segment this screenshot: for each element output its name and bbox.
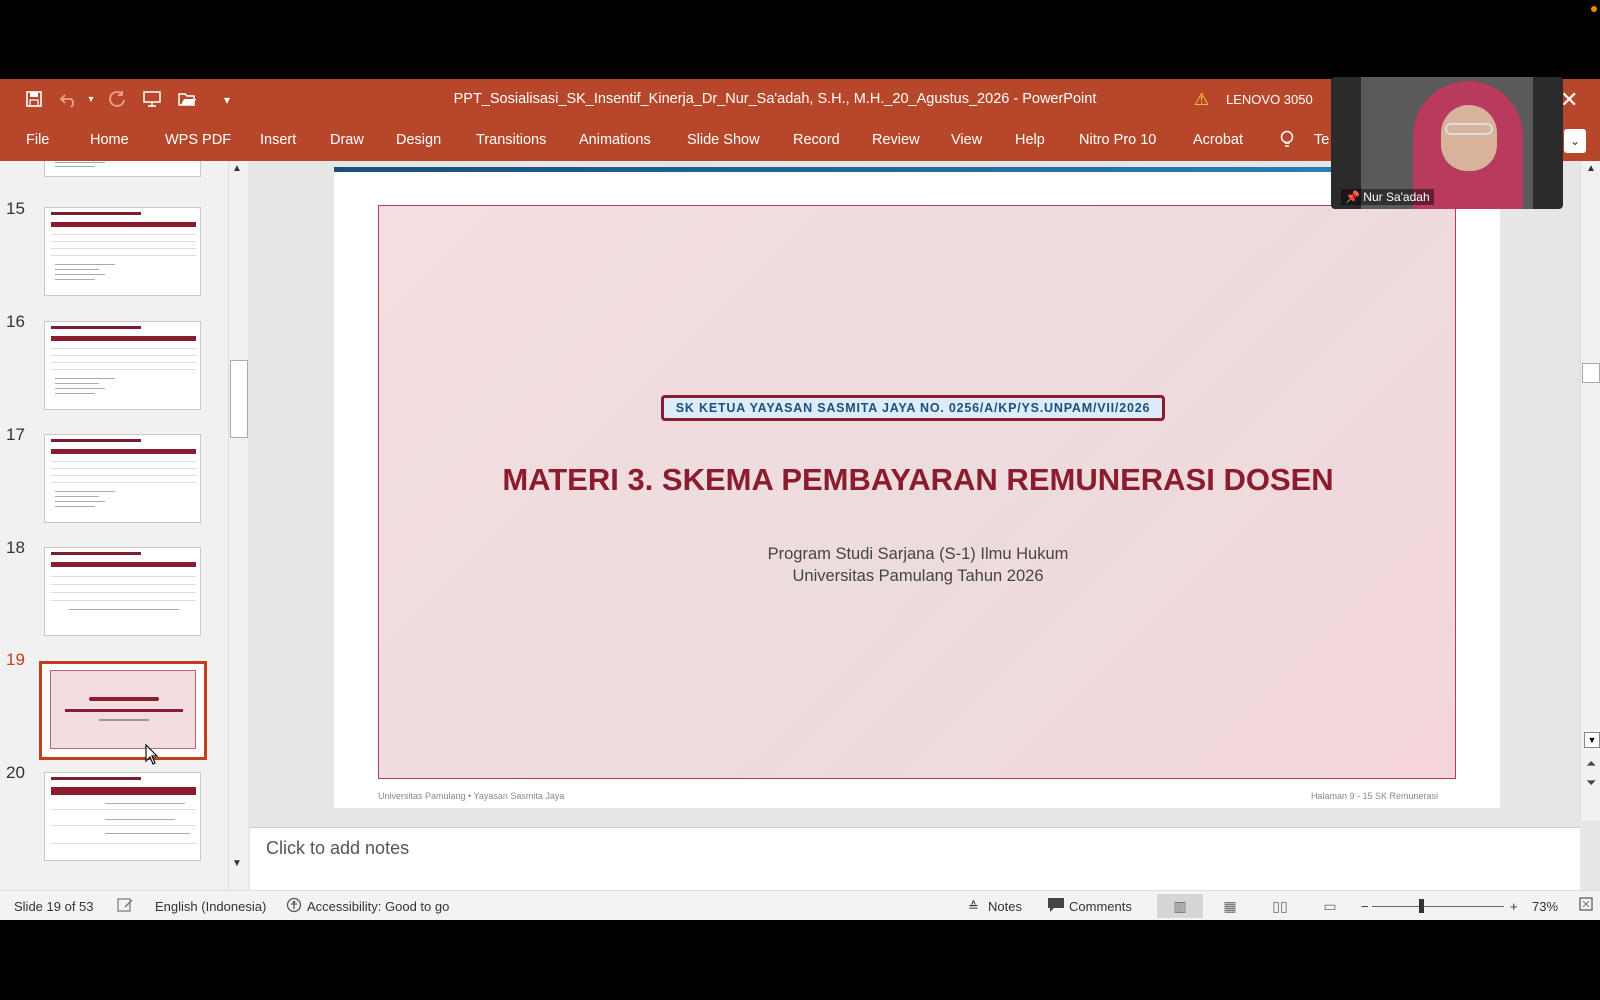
slide-accent-bar — [334, 167, 1500, 172]
slide-thumbnail[interactable] — [44, 321, 201, 410]
tab-wps-pdf[interactable]: WPS PDF — [165, 132, 231, 148]
customize-toolbar-icon[interactable]: ▾ — [216, 90, 238, 110]
recording-indicator — [1591, 6, 1597, 12]
tell-me-search[interactable]: Te — [1314, 132, 1329, 148]
zoom-slider[interactable] — [1372, 906, 1504, 907]
tab-review[interactable]: Review — [872, 132, 920, 148]
lightbulb-icon[interactable] — [1280, 130, 1294, 155]
chevron-down-icon[interactable]: ⌄ — [1564, 129, 1586, 153]
slide-footer-left: Universitas Pamulang • Yayasan Sasmita J… — [378, 791, 565, 801]
notes-pane[interactable]: Click to add notes — [250, 827, 1580, 890]
tab-help[interactable]: Help — [1015, 132, 1045, 148]
sk-number-label[interactable]: SK KETUA YAYASAN SASMITA JAYA NO. 0256/A… — [661, 395, 1165, 421]
slide-number: 17 — [6, 425, 25, 444]
tab-acrobat[interactable]: Acrobat — [1193, 132, 1243, 148]
slide-thumbnail[interactable] — [44, 161, 201, 177]
device-name[interactable]: LENOVO 3050 — [1226, 92, 1313, 107]
slide-title[interactable]: MATERI 3. SKEMA PEMBAYARAN REMUNERASI DO… — [379, 462, 1457, 498]
slide-thumbnail-pane[interactable]: 15 16 17 18 19 20 — [0, 161, 228, 890]
reading-view-button[interactable]: ▯▯ — [1257, 894, 1303, 918]
slide-footer-right: Halaman 9 - 15 SK Remunerasi — [1310, 791, 1438, 801]
slide-number: 20 — [6, 763, 25, 782]
scrollbar-handle[interactable] — [1582, 363, 1600, 383]
tab-home[interactable]: Home — [90, 132, 129, 148]
save-icon[interactable] — [23, 90, 45, 110]
slide-scrollbar[interactable]: ▲ ▼ ⏶ ⏷ — [1580, 161, 1600, 821]
accessibility-icon[interactable] — [286, 897, 302, 916]
zoom-out-icon[interactable]: − — [1361, 899, 1369, 914]
tab-view[interactable]: View — [951, 132, 982, 148]
comments-button[interactable]: Comments — [1069, 899, 1132, 914]
slide-thumbnail[interactable] — [44, 547, 201, 636]
tab-draw[interactable]: Draw — [330, 132, 364, 148]
slide-number-active: 19 — [6, 650, 25, 669]
slide-number: 18 — [6, 538, 25, 557]
undo-dropdown-icon[interactable]: ▾ — [80, 90, 102, 110]
tab-transitions[interactable]: Transitions — [476, 132, 546, 148]
tab-insert[interactable]: Insert — [260, 132, 296, 148]
scroll-down-icon[interactable]: ▼ — [232, 858, 242, 869]
tab-nitro-pro[interactable]: Nitro Pro 10 — [1079, 132, 1156, 148]
accessibility-status[interactable]: Accessibility: Good to go — [307, 899, 449, 914]
tab-file[interactable]: File — [26, 132, 49, 148]
slide-number: 16 — [6, 312, 25, 331]
slide-thumbnail-selected[interactable] — [39, 661, 207, 760]
next-slide-icon[interactable]: ⏷ — [1586, 775, 1596, 791]
slide-thumbnail[interactable] — [44, 434, 201, 523]
folder-open-icon[interactable] — [176, 90, 198, 110]
status-bar: Slide 19 of 53 English (Indonesia) Acces… — [0, 890, 1600, 920]
slide-content-box[interactable]: SK KETUA YAYASAN SASMITA JAYA NO. 0256/A… — [378, 205, 1456, 779]
redo-icon[interactable] — [106, 90, 128, 110]
zoom-in-icon[interactable]: + — [1510, 899, 1518, 914]
fit-to-window-icon[interactable] — [1579, 897, 1593, 914]
previous-slide-icon[interactable]: ⏶ — [1586, 756, 1596, 772]
undo-icon[interactable] — [58, 90, 80, 110]
workspace: 15 16 17 18 19 20 ▲ ▼ SK KETUA YAYASAN S… — [0, 161, 1600, 890]
scroll-up-icon[interactable]: ▲ — [232, 163, 242, 174]
tab-animations[interactable]: Animations — [579, 132, 651, 148]
pin-icon: 📌 — [1345, 190, 1360, 204]
slide-sorter-button[interactable]: ▦ — [1207, 894, 1253, 918]
tab-record[interactable]: Record — [793, 132, 840, 148]
presentation-icon[interactable] — [141, 90, 163, 110]
spelling-check-icon[interactable] — [117, 897, 135, 916]
scroll-up-icon[interactable]: ▲ — [1586, 163, 1596, 174]
warning-icon[interactable]: ⚠ — [1194, 90, 1209, 110]
slide-counter: Slide 19 of 53 — [14, 899, 94, 914]
slide-subtitle-line1[interactable]: Program Studi Sarjana (S-1) Ilmu Hukum — [379, 545, 1457, 564]
zoom-level[interactable]: 73% — [1532, 899, 1558, 914]
scrollbar-handle[interactable] — [230, 360, 248, 438]
normal-view-button[interactable]: ▥ — [1157, 894, 1203, 918]
zoom-slider-handle[interactable] — [1419, 899, 1424, 913]
current-slide[interactable]: SK KETUA YAYASAN SASMITA JAYA NO. 0256/A… — [334, 167, 1500, 808]
slide-subtitle-line2[interactable]: Universitas Pamulang Tahun 2026 — [379, 567, 1457, 586]
notes-button[interactable]: Notes — [988, 899, 1022, 914]
notes-placeholder[interactable]: Click to add notes — [266, 838, 409, 859]
slide-editor: SK KETUA YAYASAN SASMITA JAYA NO. 0256/A… — [250, 161, 1580, 821]
thumbnail-scrollbar[interactable]: ▲ ▼ — [228, 161, 248, 890]
tab-design[interactable]: Design — [396, 132, 441, 148]
video-call-tile[interactable]: 📌 Nur Sa'adah — [1331, 77, 1563, 209]
slide-number: 15 — [6, 199, 25, 218]
slide-thumbnail[interactable] — [44, 207, 201, 296]
language-status[interactable]: English (Indonesia) — [155, 899, 266, 914]
comments-icon[interactable] — [1047, 897, 1065, 916]
document-title: PPT_Sosialisasi_SK_Insentif_Kinerja_Dr_N… — [453, 91, 1097, 107]
scroll-down-icon[interactable]: ▼ — [1584, 732, 1600, 748]
notes-icon[interactable]: ≙ — [968, 899, 979, 915]
mouse-cursor-icon — [145, 743, 159, 772]
slideshow-view-button[interactable]: ▭ — [1307, 894, 1353, 918]
participant-name: 📌 Nur Sa'adah — [1341, 189, 1434, 205]
tab-slide-show[interactable]: Slide Show — [687, 132, 760, 148]
slide-thumbnail[interactable] — [44, 772, 201, 861]
